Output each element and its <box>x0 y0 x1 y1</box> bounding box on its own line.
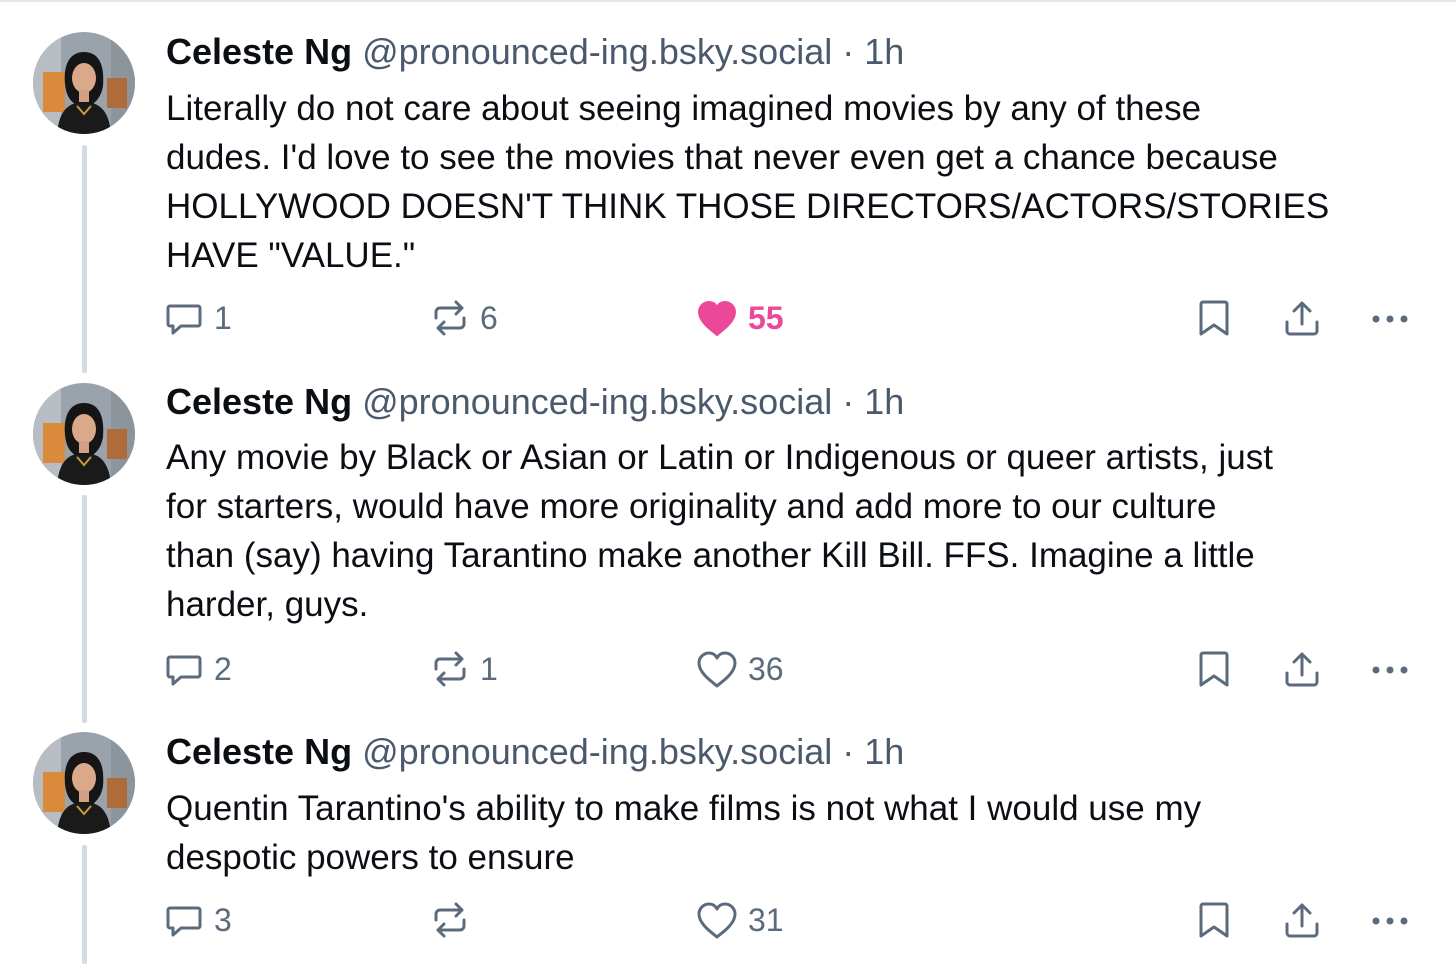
reply-count: 2 <box>214 650 232 687</box>
share-upload-icon <box>1285 301 1319 336</box>
author-name[interactable]: Celeste Ng <box>166 31 352 72</box>
post-header: Celeste Ng @pronounced-ing.bsky.social ·… <box>166 30 904 74</box>
ellipsis-icon <box>1372 666 1408 674</box>
ellipsis-icon <box>1372 315 1408 323</box>
repost-count: 6 <box>480 299 498 336</box>
bookmark-button[interactable] <box>1196 647 1232 691</box>
share-upload-icon <box>1285 903 1319 938</box>
avatar-photo <box>33 383 135 485</box>
heart-icon <box>698 301 736 336</box>
like-count: 36 <box>748 650 784 687</box>
timestamp[interactable]: 1h <box>864 381 904 422</box>
post-actions: 2 1 36 <box>0 647 1456 691</box>
avatar[interactable] <box>33 383 135 485</box>
bookmark-icon <box>1199 651 1229 687</box>
author-handle[interactable]: @pronounced-ing.bsky.social <box>362 31 832 72</box>
post-text: Any movie by Black or Asian or Latin or … <box>166 438 1273 624</box>
repost-button[interactable] <box>430 898 480 942</box>
timestamp[interactable]: 1h <box>864 731 904 772</box>
repost-arrows-icon <box>434 300 466 336</box>
post-header: Celeste Ng @pronounced-ing.bsky.social ·… <box>166 730 904 774</box>
separator-dot: · <box>842 731 855 772</box>
speech-bubble-icon <box>166 655 202 686</box>
post-text: Quentin Tarantino's ability to make film… <box>166 789 1202 877</box>
avatar[interactable] <box>33 732 135 834</box>
share-button[interactable] <box>1282 647 1322 691</box>
repost-button[interactable]: 1 <box>430 647 498 691</box>
author-name[interactable]: Celeste Ng <box>166 731 352 772</box>
avatar-photo <box>33 32 135 134</box>
bookmark-button[interactable] <box>1196 296 1232 340</box>
reply-count: 1 <box>214 299 232 336</box>
bookmark-icon <box>1199 300 1229 336</box>
like-button[interactable]: 31 <box>696 898 784 942</box>
ellipsis-icon <box>1372 917 1408 925</box>
post-header: Celeste Ng @pronounced-ing.bsky.social ·… <box>166 380 904 424</box>
like-button[interactable]: 55 <box>696 296 784 340</box>
top-divider <box>0 0 1456 2</box>
like-count: 55 <box>748 299 784 336</box>
speech-bubble-icon <box>166 906 202 937</box>
avatar-photo <box>33 732 135 834</box>
repost-button[interactable]: 6 <box>430 296 498 340</box>
author-name[interactable]: Celeste Ng <box>166 381 352 422</box>
like-count: 31 <box>748 901 784 938</box>
more-options-button[interactable] <box>1370 898 1410 942</box>
heart-icon <box>697 902 737 939</box>
bookmark-button[interactable] <box>1196 898 1232 942</box>
reply-button[interactable]: 1 <box>164 296 232 340</box>
repost-count: 1 <box>480 650 498 687</box>
share-upload-icon <box>1285 652 1319 687</box>
like-button[interactable]: 36 <box>696 647 784 691</box>
share-button[interactable] <box>1282 898 1322 942</box>
timestamp[interactable]: 1h <box>864 31 904 72</box>
repost-arrows-icon <box>434 651 466 687</box>
post-actions: 1 6 55 <box>0 296 1456 340</box>
speech-bubble-icon <box>166 304 202 335</box>
more-options-button[interactable] <box>1370 647 1410 691</box>
share-button[interactable] <box>1282 296 1322 340</box>
heart-icon <box>697 651 737 688</box>
post-text: Literally do not care about seeing imagi… <box>166 89 1330 275</box>
post-actions: 3 31 <box>0 898 1456 942</box>
bookmark-icon <box>1199 902 1229 938</box>
repost-arrows-icon <box>434 902 466 938</box>
reply-button[interactable]: 2 <box>164 647 232 691</box>
avatar[interactable] <box>33 32 135 134</box>
separator-dot: · <box>842 381 855 422</box>
author-handle[interactable]: @pronounced-ing.bsky.social <box>362 731 832 772</box>
author-handle[interactable]: @pronounced-ing.bsky.social <box>362 381 832 422</box>
reply-button[interactable]: 3 <box>164 898 232 942</box>
reply-count: 3 <box>214 901 232 938</box>
separator-dot: · <box>842 31 855 72</box>
more-options-button[interactable] <box>1370 296 1410 340</box>
